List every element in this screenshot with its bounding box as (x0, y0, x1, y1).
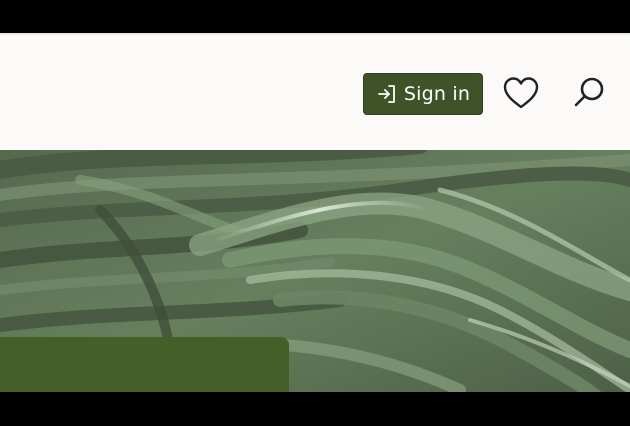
hero-banner (0, 150, 630, 392)
wishlist-button[interactable] (500, 75, 542, 115)
search-icon (571, 75, 607, 115)
search-button[interactable] (568, 75, 610, 115)
sign-in-button[interactable]: Sign in (363, 73, 483, 115)
sign-in-label: Sign in (403, 83, 471, 105)
hero-cta-panel (0, 337, 289, 392)
letterbox-bottom (0, 392, 630, 426)
heart-icon (502, 76, 540, 114)
sign-in-arrow-icon (376, 83, 398, 105)
letterbox-top (0, 0, 630, 33)
site-header: Sign in (0, 33, 630, 150)
